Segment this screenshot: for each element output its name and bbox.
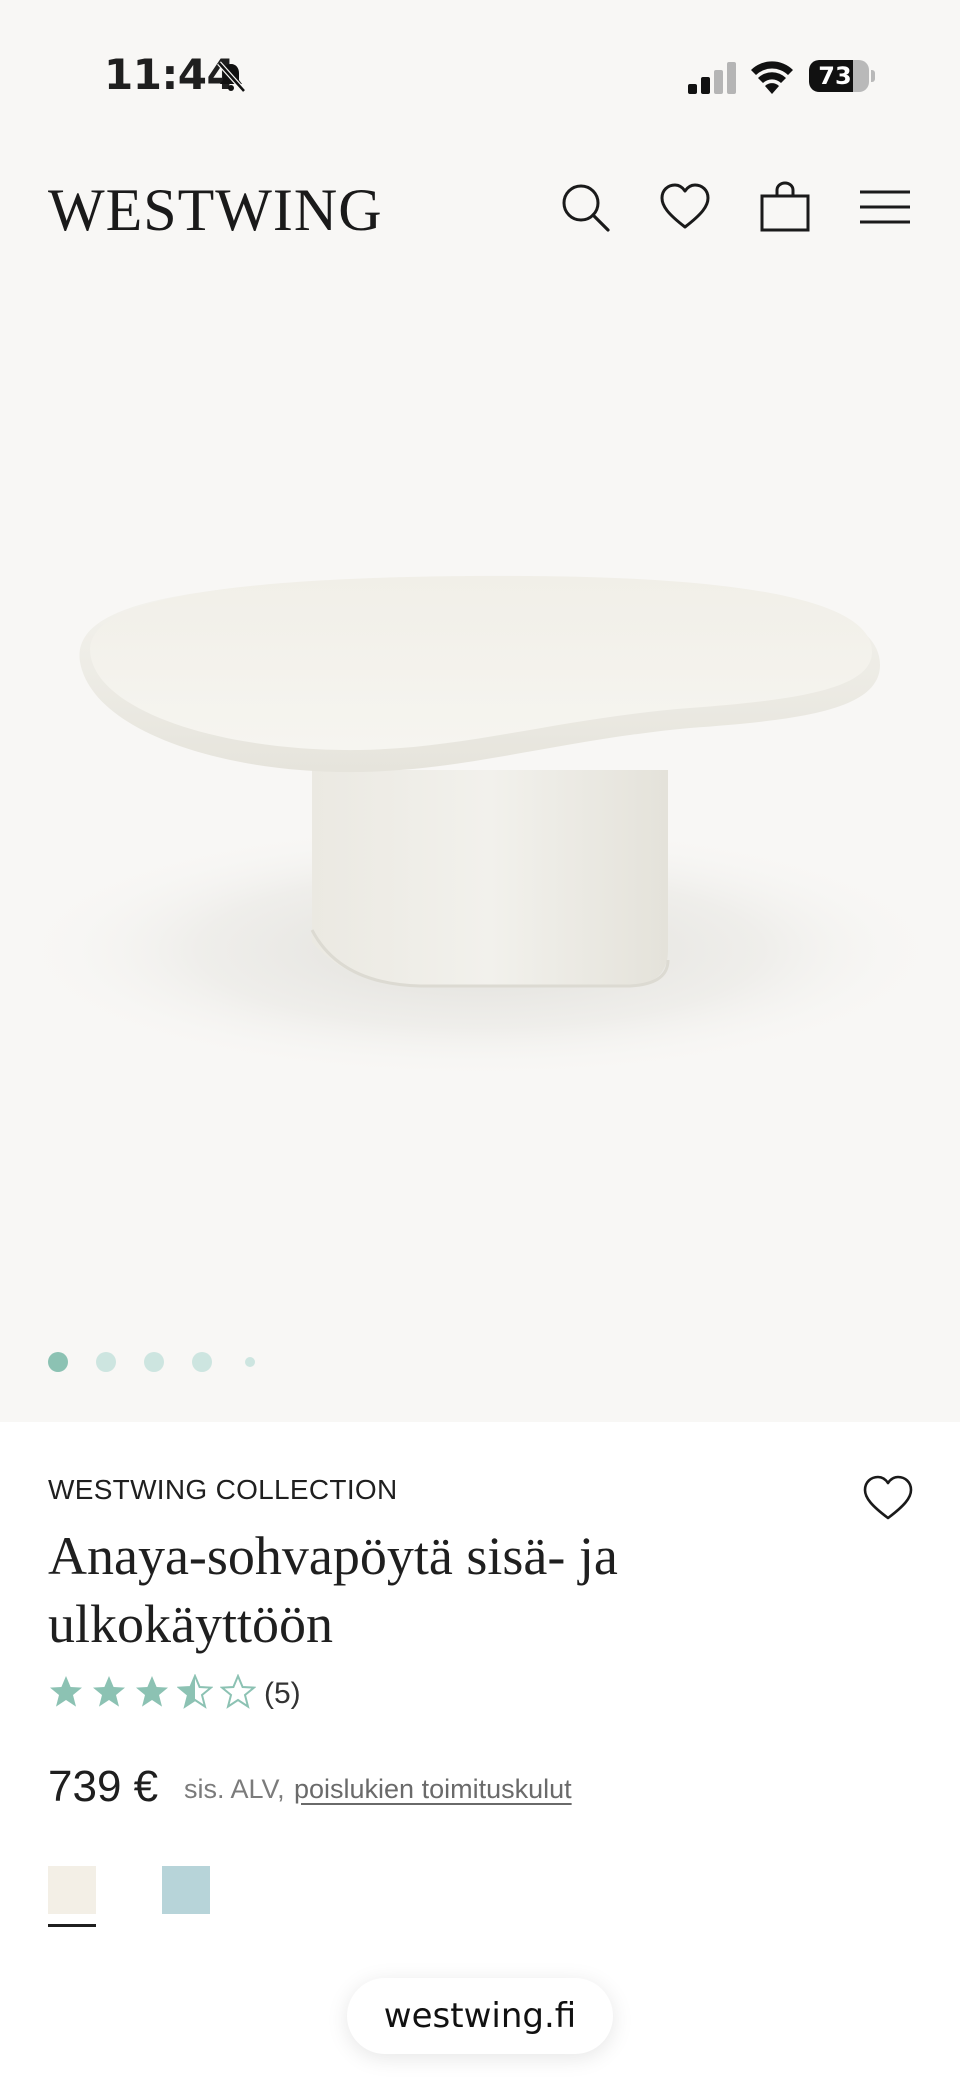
browser-url-bar[interactable]: westwing.fi <box>347 1978 613 2054</box>
star-full-icon <box>93 1676 125 1707</box>
gallery-dot-small[interactable] <box>245 1357 255 1367</box>
product-image-gallery[interactable] <box>0 270 960 1422</box>
star-half-icon <box>177 1674 213 1709</box>
star-empty-icon <box>220 1674 256 1709</box>
coffee-table-photo <box>10 575 950 1080</box>
heart-icon[interactable] <box>658 180 712 234</box>
vat-note: sis. ALV, <box>184 1774 285 1804</box>
add-to-wishlist-heart-icon[interactable] <box>862 1474 914 1522</box>
site-header: WESTWING <box>0 150 960 270</box>
menu-icon[interactable] <box>858 180 912 234</box>
battery-percent: 73 <box>818 62 852 90</box>
status-bar: 11:44 73 <box>0 0 960 150</box>
review-count[interactable]: (5) <box>264 1674 301 1714</box>
westwing-logo[interactable]: WESTWING <box>48 176 383 245</box>
wifi-icon <box>750 60 794 96</box>
star-full-icon <box>50 1676 82 1707</box>
product-info-panel: WESTWING COLLECTION Anaya-sohvapöytä sis… <box>0 1422 960 2087</box>
bell-slash-icon <box>214 60 248 94</box>
battery-icon: 73 <box>809 60 877 94</box>
color-swatch-cream[interactable] <box>48 1866 96 1914</box>
shipping-costs-link[interactable]: poislukien toimituskulut <box>294 1774 572 1805</box>
search-icon[interactable] <box>558 180 612 234</box>
gallery-dot[interactable] <box>96 1352 116 1372</box>
color-swatch-light-blue[interactable] <box>162 1866 210 1914</box>
selected-swatch-indicator <box>48 1924 96 1927</box>
gallery-dot-active[interactable] <box>48 1352 68 1372</box>
product-title: Anaya-sohvapöytä sisä- ja ulkokäyttöön <box>48 1526 618 1654</box>
product-price: 739 € <box>48 1762 159 1811</box>
product-brand[interactable]: WESTWING COLLECTION <box>48 1474 398 1506</box>
signal-icon <box>688 62 736 96</box>
shopping-bag-icon[interactable] <box>758 180 812 234</box>
gallery-dot[interactable] <box>192 1352 212 1372</box>
gallery-dot[interactable] <box>144 1352 164 1372</box>
star-full-icon <box>136 1676 168 1707</box>
